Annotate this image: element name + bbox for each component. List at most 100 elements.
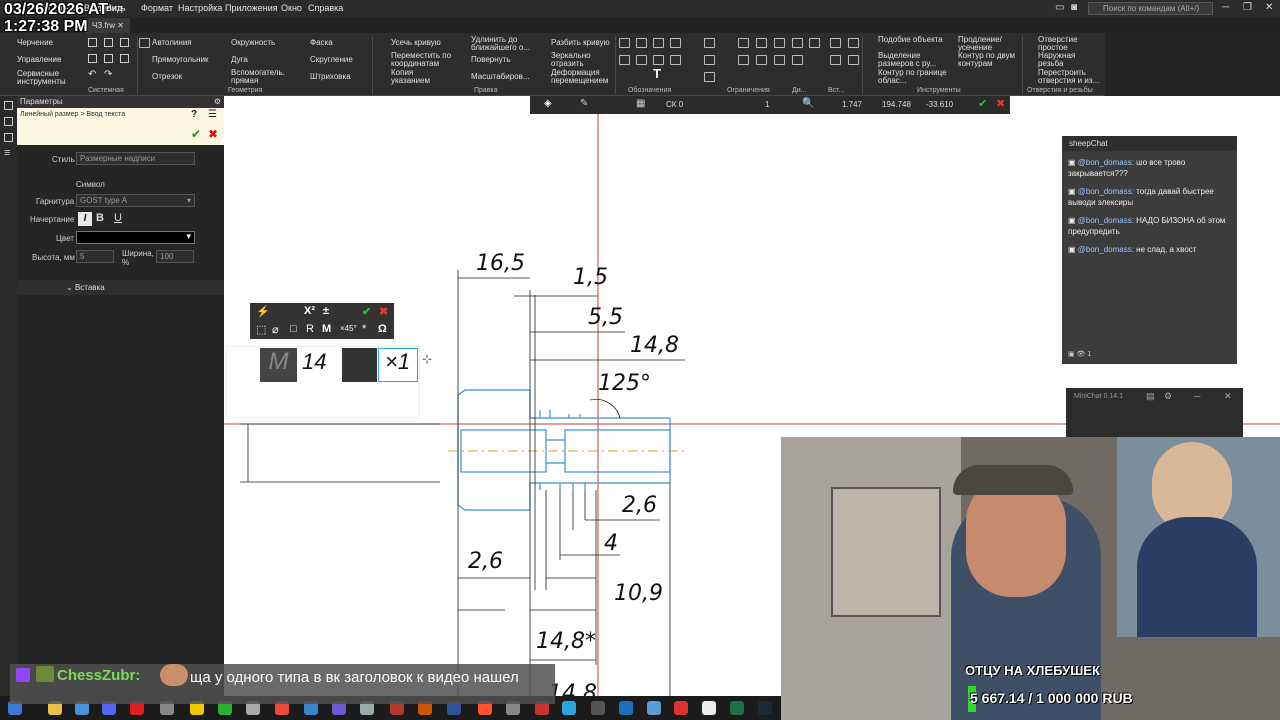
btn-autoline[interactable]: Автолиния: [152, 39, 192, 47]
cs-select[interactable]: СК 0: [666, 100, 683, 109]
menu-apps[interactable]: Приложения: [225, 3, 278, 13]
menu-settings[interactable]: Настройка: [178, 3, 222, 13]
camera-icon[interactable]: ◙: [1071, 2, 1077, 13]
cancel-x-icon[interactable]: ✖: [379, 305, 388, 318]
apply-check-icon[interactable]: ✔: [978, 97, 987, 110]
dim-5-5[interactable]: 5,5: [588, 305, 623, 330]
italic-button[interactable]: I: [78, 212, 92, 226]
style-field[interactable]: Размерные надписи: [76, 152, 195, 165]
diameter-icon[interactable]: [636, 38, 647, 48]
dim-2-6-left[interactable]: 2,6: [468, 549, 503, 574]
underline-button[interactable]: U: [114, 212, 122, 224]
height-field[interactable]: 5: [76, 250, 114, 263]
properties-icon[interactable]: [120, 54, 129, 63]
btn-extend-trim[interactable]: Продление/ усечение: [958, 36, 1018, 52]
dotted-box-icon[interactable]: ⬚: [256, 323, 266, 336]
cancel-x-icon[interactable]: ✖: [208, 127, 218, 141]
btn-external-thread[interactable]: Наружная резьба: [1038, 52, 1098, 68]
maximize-button[interactable]: ❐: [1243, 2, 1252, 13]
command-search-input[interactable]: Поиск по командам (Alt+/): [1088, 2, 1213, 15]
redo-icon[interactable]: ↷: [104, 70, 112, 80]
tree-icon[interactable]: [4, 101, 13, 110]
dim-10-9[interactable]: 10,9: [614, 581, 663, 606]
tangent-icon[interactable]: [756, 55, 767, 65]
symbol-icon[interactable]: [619, 38, 630, 48]
btn-similar[interactable]: Подобие объекта: [878, 36, 948, 44]
view-icon[interactable]: [848, 55, 859, 65]
text-tool-icon[interactable]: T: [653, 67, 661, 80]
btn-simple-hole[interactable]: Отверстие простое: [1038, 36, 1098, 52]
gear-icon[interactable]: ⚙: [214, 96, 221, 108]
rough-icon[interactable]: [653, 38, 664, 48]
close-tab-icon[interactable]: ✕: [117, 21, 124, 30]
ribbon-drafting[interactable]: Черчение: [17, 39, 53, 47]
macro-icon[interactable]: [830, 55, 841, 65]
excel-icon[interactable]: [730, 701, 744, 715]
open-icon[interactable]: [104, 38, 113, 47]
leader-icon[interactable]: [670, 38, 681, 48]
angle-icon[interactable]: [636, 55, 647, 65]
menu-view[interactable]: Вид: [106, 3, 122, 13]
insert-icon[interactable]: [809, 38, 820, 48]
btn-hatch[interactable]: Штриховка: [310, 73, 351, 81]
y-coord-field[interactable]: -33.610: [926, 100, 953, 109]
ribbon-management[interactable]: Управление: [17, 56, 61, 64]
image-icon[interactable]: [848, 38, 859, 48]
chamfer-symbol-icon[interactable]: ×45°: [340, 324, 357, 333]
special-symbol-icon[interactable]: ⚡: [256, 305, 270, 318]
close-icon[interactable]: ✕: [1224, 391, 1232, 402]
btn-select-dims[interactable]: Выделение размеров с ру...: [878, 52, 950, 68]
empty-field-box[interactable]: [342, 348, 377, 382]
dim-4[interactable]: 4: [604, 531, 618, 556]
menu-help[interactable]: Справка: [308, 3, 343, 13]
dimension-icon[interactable]: [619, 55, 630, 65]
btn-two-contours[interactable]: Контур по двум контурам: [958, 52, 1022, 68]
insert-section[interactable]: ⌄ Вставка: [17, 280, 224, 295]
confirm-check-icon[interactable]: ✔: [362, 305, 371, 318]
confirm-check-icon[interactable]: ✔: [191, 127, 201, 141]
app-icon[interactable]: [702, 701, 716, 715]
layer-select[interactable]: 1: [765, 100, 769, 109]
help-icon[interactable]: ?: [191, 109, 197, 120]
new-doc-icon[interactable]: [88, 38, 97, 47]
btn-chamfer[interactable]: Фаска: [310, 39, 333, 47]
btn-rotate[interactable]: Повернуть: [471, 56, 511, 64]
btn-move-coords[interactable]: Переместить по координатам: [391, 52, 461, 68]
btn-contour-area[interactable]: Контур по границе облас...: [878, 69, 950, 85]
frag-icon[interactable]: [830, 38, 841, 48]
steam-icon[interactable]: [758, 701, 772, 715]
menu-icon[interactable]: ≡: [4, 147, 10, 159]
metric-symbol-icon[interactable]: M: [322, 323, 331, 335]
symmetry-icon[interactable]: [774, 55, 785, 65]
app-icon[interactable]: [591, 701, 605, 715]
equal-icon[interactable]: [704, 72, 715, 82]
dim-angle-125[interactable]: 125°: [598, 371, 651, 396]
diameter-symbol-icon[interactable]: ⌀: [272, 323, 279, 336]
radius-symbol-icon[interactable]: R: [306, 323, 314, 335]
btn-rebuild-holes[interactable]: Перестроить отверстия и из...: [1038, 69, 1100, 85]
btn-split[interactable]: Разбить кривую: [551, 39, 610, 47]
asterisk-symbol-icon[interactable]: *: [362, 323, 366, 335]
btn-mirror[interactable]: Зеркально отразить: [551, 52, 611, 68]
btn-arc[interactable]: Дуга: [231, 56, 248, 64]
grid-toggle-icon[interactable]: ▦: [636, 98, 645, 109]
expand-icon[interactable]: ⊹: [422, 352, 432, 366]
zoom-icon[interactable]: 🔍: [802, 98, 814, 109]
btn-fillet[interactable]: Скругление: [310, 56, 353, 64]
minimize-icon[interactable]: ─: [1194, 391, 1200, 401]
library-icon[interactable]: [4, 133, 13, 142]
gear-icon[interactable]: ⚙: [1164, 391, 1172, 402]
save-icon[interactable]: [120, 38, 129, 47]
parallel-icon[interactable]: [704, 55, 715, 65]
omega-symbol-icon[interactable]: Ω: [378, 323, 387, 335]
menu-window[interactable]: Окно: [281, 3, 302, 13]
btn-copy[interactable]: Копия указанием: [391, 69, 451, 85]
layers-icon[interactable]: [4, 117, 13, 126]
metric-prefix-box[interactable]: M: [260, 348, 297, 382]
panel-icon[interactable]: ▭: [1055, 2, 1064, 13]
doc-icon[interactable]: ▤: [1146, 391, 1155, 402]
btn-segment[interactable]: Отрезок: [152, 73, 182, 81]
color-picker[interactable]: ▾: [76, 231, 195, 244]
square-symbol-icon[interactable]: □: [290, 323, 297, 335]
width-field[interactable]: 100: [156, 250, 194, 263]
